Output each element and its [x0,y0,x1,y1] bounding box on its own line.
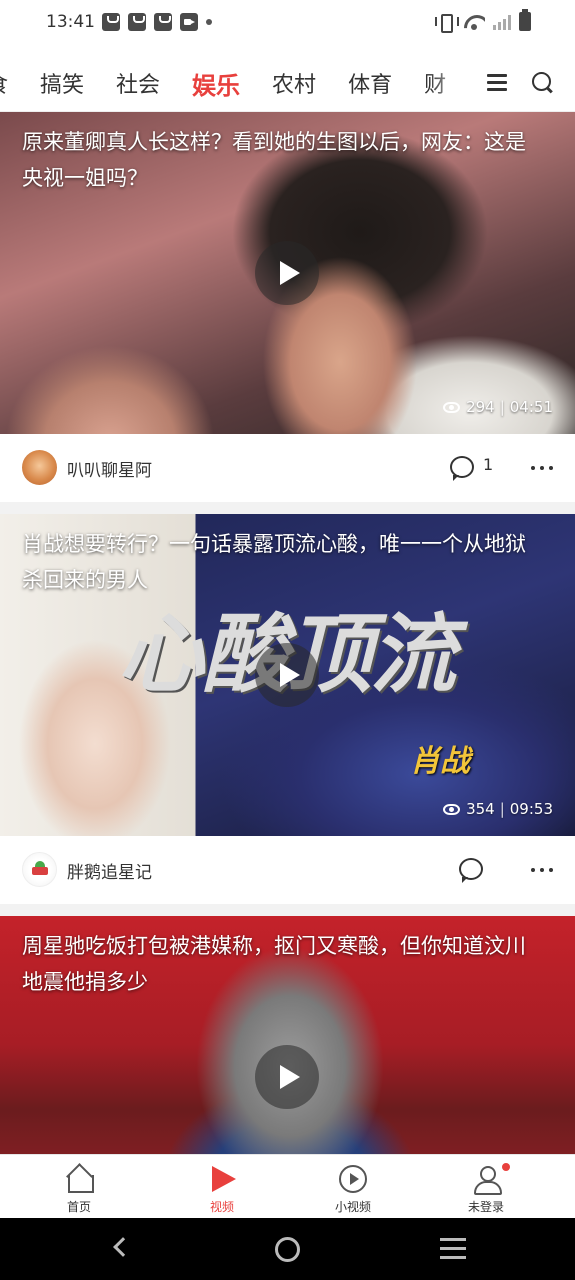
nav-label: 小视频 [334,1200,371,1214]
status-bar: 13:41 [0,0,575,48]
status-time: 13:41 [46,12,95,32]
tab-funny[interactable]: 搞笑 [40,67,84,99]
play-button[interactable] [255,643,319,707]
tabs-fade [430,54,478,111]
tab-entertainment[interactable]: 娱乐 [192,66,240,101]
wifi-icon [463,13,485,31]
signal-icon [493,14,511,30]
avatar[interactable] [22,852,57,887]
play-circle-icon [339,1165,367,1193]
view-count: 294 [466,398,495,416]
notification-dot [502,1163,510,1171]
video-card[interactable]: 心酸顶流 肖战 肖战想要转行？一句话暴露顶流心酸，唯一一个从地狱杀回来的男人 3… [0,514,575,916]
video-duration: 04:51 [509,398,553,416]
tab-sports[interactable]: 体育 [348,67,392,99]
comment-icon[interactable] [450,456,474,481]
tab-rural[interactable]: 农村 [272,67,316,99]
vibrate-icon [435,13,459,33]
nav-label: 未登录 [467,1200,504,1214]
thumbnail-tag: 肖战 [410,744,470,779]
avatar[interactable] [22,450,57,485]
divider [0,904,575,916]
author-name[interactable]: 胖鹅追星记 [67,858,152,883]
shopping-bag-icon [154,13,172,31]
category-bar: 食 搞笑 社会 娱乐 农村 体育 财 [0,54,575,112]
comment-count[interactable]: 1 [483,455,493,474]
video-thumbnail[interactable]: 心酸顶流 肖战 肖战想要转行？一句话暴露顶流心酸，唯一一个从地狱杀回来的男人 3… [0,514,575,836]
card-footer: 叭叭聊星阿 1 [0,434,575,502]
author-name[interactable]: 叭叭聊星阿 [67,456,152,481]
notification-icons [102,13,212,31]
card-footer: 胖鹅追星记 [0,836,575,904]
nav-label: 视频 [209,1200,234,1214]
tab-society[interactable]: 社会 [116,67,160,99]
video-meta: 354 | 09:53 [443,800,553,818]
video-card[interactable]: 原来董卿真人长这样？看到她的生图以后，网友：这是央视一姐吗？ 294 | 04:… [0,112,575,514]
more-options-icon[interactable] [531,466,553,470]
eye-icon [443,401,461,413]
nav-home[interactable]: 首页 [29,1155,129,1219]
more-options-icon[interactable] [531,868,553,872]
nav-label: 首页 [66,1200,91,1214]
play-button[interactable] [255,241,319,305]
back-icon[interactable] [113,1237,133,1257]
nav-short-video[interactable]: 小视频 [303,1155,403,1219]
system-icons [435,9,531,33]
view-count: 354 [466,800,495,818]
comment-icon[interactable] [459,858,483,883]
user-icon [472,1165,502,1195]
video-duration: 09:53 [509,800,553,818]
avatar-logo-icon [32,867,48,875]
video-meta: 294 | 04:51 [443,398,553,416]
tab-food[interactable]: 食 [0,67,8,99]
divider [0,502,575,514]
bottom-nav: 首页 视频 小视频 未登录 [0,1154,575,1218]
nav-account[interactable]: 未登录 [436,1155,536,1219]
play-button[interactable] [255,1045,319,1109]
home-circle-icon[interactable] [275,1237,300,1262]
home-icon [65,1165,94,1193]
menu-icon[interactable] [487,74,507,92]
eye-icon [443,803,461,815]
nav-video[interactable]: 视频 [172,1155,272,1219]
search-icon[interactable] [532,72,554,94]
video-title[interactable]: 肖战想要转行？一句话暴露顶流心酸，唯一一个从地狱杀回来的男人 [22,526,545,598]
shopping-bag-icon [128,13,146,31]
shopping-bag-icon [102,13,120,31]
play-triangle-icon [208,1165,236,1193]
video-thumbnail[interactable]: 原来董卿真人长这样？看到她的生图以后，网友：这是央视一姐吗？ 294 | 04:… [0,112,575,434]
battery-icon [519,9,531,31]
avatar-logo-icon [35,861,45,867]
video-camera-icon [180,13,198,31]
recent-apps-icon[interactable] [440,1238,466,1265]
video-title[interactable]: 原来董卿真人长这样？看到她的生图以后，网友：这是央视一姐吗？ [22,124,545,196]
video-title[interactable]: 周星驰吃饭打包被港媒称，抠门又寒酸，但你知道汶川地震他捐多少 [22,928,545,1000]
system-navigation-bar [0,1218,575,1280]
more-notifications-dot-icon [206,19,212,25]
category-tabs: 食 搞笑 社会 娱乐 农村 体育 财 [0,54,478,111]
video-feed: 原来董卿真人长这样？看到她的生图以后，网友：这是央视一姐吗？ 294 | 04:… [0,112,575,1238]
